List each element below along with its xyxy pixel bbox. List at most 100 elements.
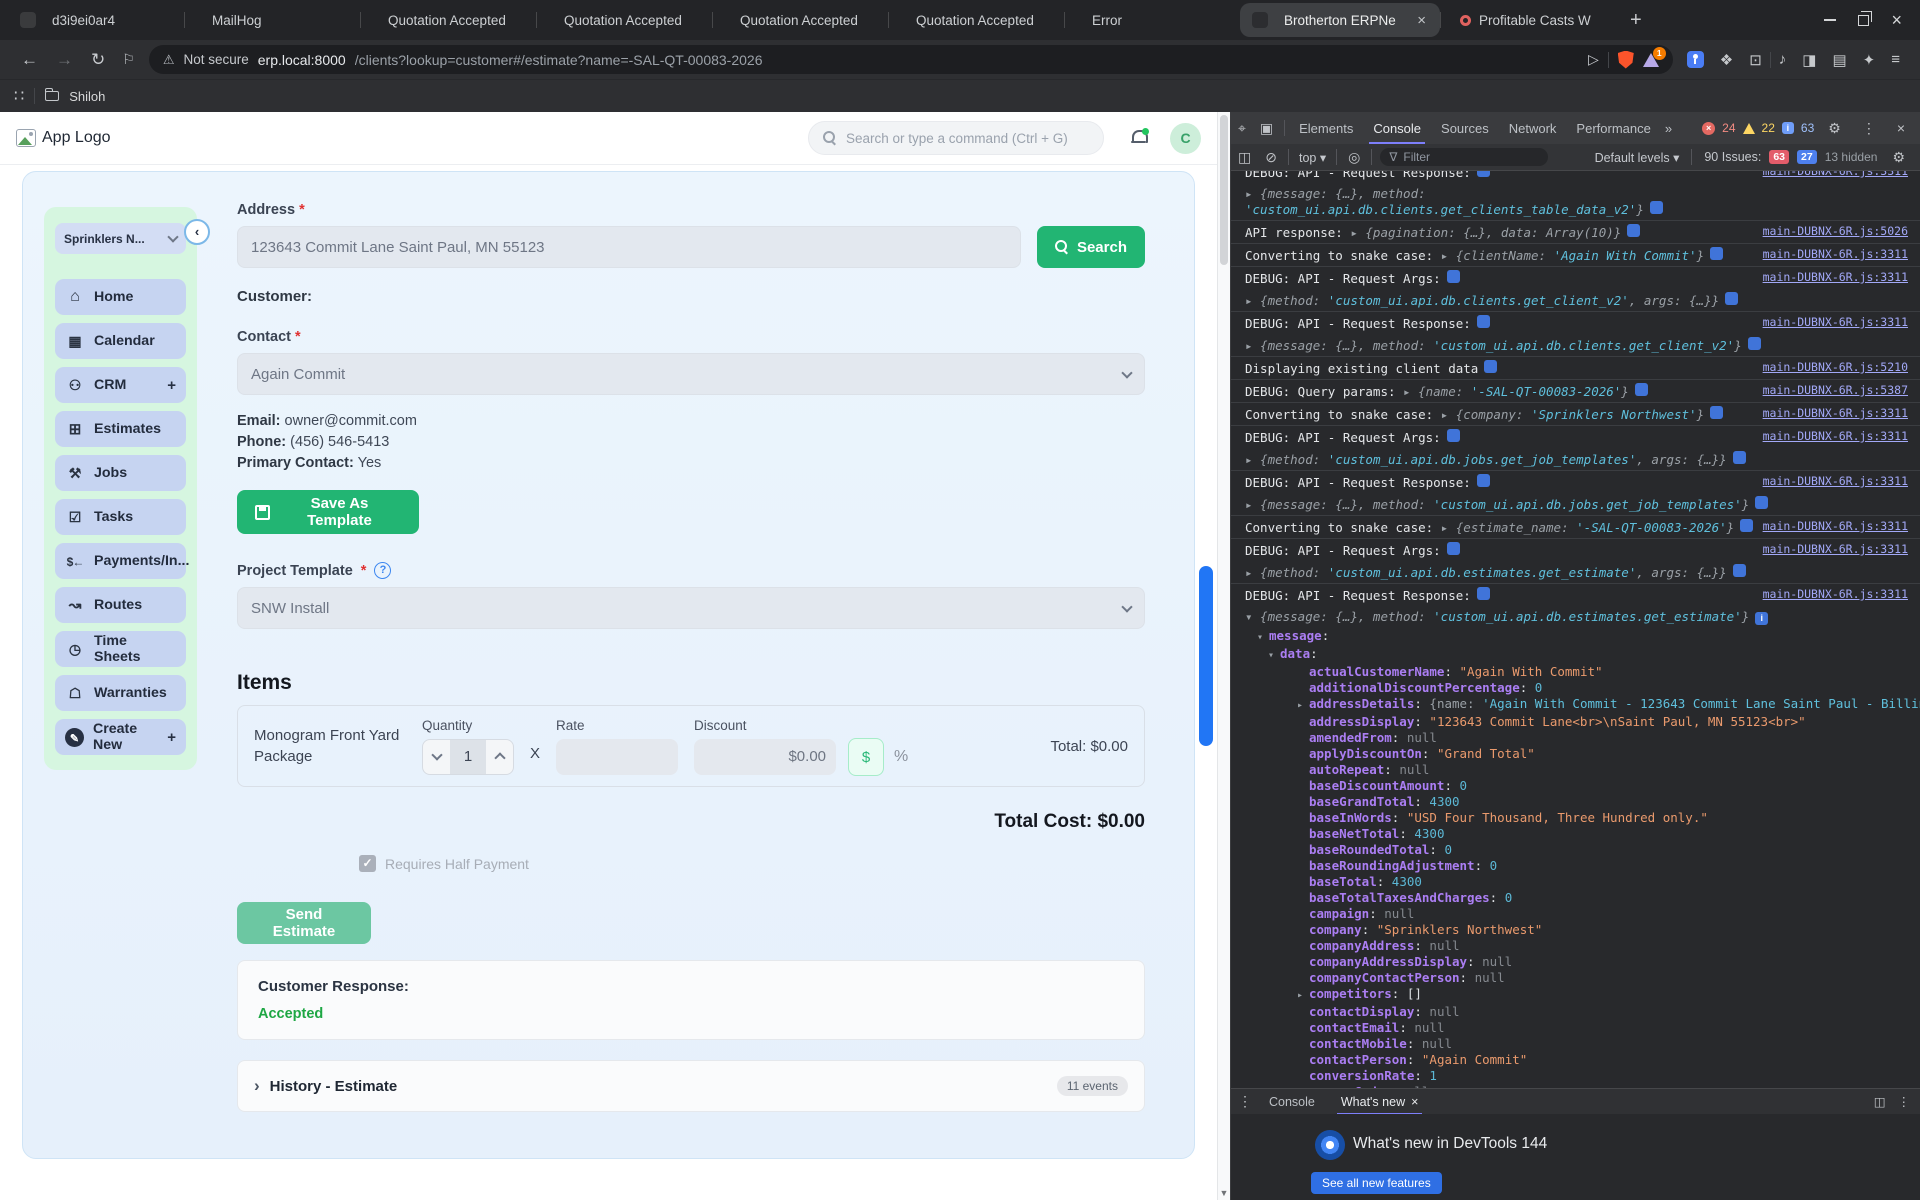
info-badge-icon[interactable] xyxy=(1627,224,1641,237)
source-link[interactable]: main-DUBNX-6R.js:3311 xyxy=(1763,171,1908,179)
info-badge-icon[interactable] xyxy=(1725,292,1739,305)
console-warnings-count[interactable]: 22 xyxy=(1762,121,1775,135)
info-badge-icon[interactable] xyxy=(1755,496,1769,509)
console-log-line[interactable]: ▸ {message: {…}, method: 'custom_ui.api.… xyxy=(1231,493,1920,515)
source-link[interactable]: main-DUBNX-6R.js:5026 xyxy=(1763,224,1908,239)
object-preview[interactable]: ▸ {name: xyxy=(1403,384,1471,399)
console-tree-row[interactable]: companyContactPersonnull xyxy=(1231,970,1920,986)
browser-tab[interactable]: Quotation Accepted xyxy=(360,0,536,40)
page-scrollbar-thumb[interactable] xyxy=(1199,566,1213,746)
inspect-element-icon[interactable]: ⌖ xyxy=(1238,120,1246,137)
bookmark-icon[interactable]: ⚐ xyxy=(122,51,135,68)
context-selector[interactable]: top ▾ xyxy=(1299,150,1326,165)
sidebar-item[interactable]: Calendar xyxy=(55,323,186,359)
sidebar-item[interactable]: Create New + xyxy=(55,719,186,755)
browser-tab[interactable]: d3i9ei0ar4 xyxy=(8,0,184,40)
console-log-area[interactable]: DEBUG: API - Request Response: main-DUBN… xyxy=(1231,171,1920,1088)
console-tree-row[interactable]: contactMobilenull xyxy=(1231,1036,1920,1052)
browser-tab[interactable]: MailHog xyxy=(184,0,360,40)
issues-label[interactable]: 90 Issues: xyxy=(1704,150,1761,164)
share-icon[interactable]: ▷ xyxy=(1588,51,1599,68)
console-tree-row[interactable]: baseRoundingAdjustment0 xyxy=(1231,858,1920,874)
browser-tab[interactable]: Profitable Casts W xyxy=(1440,0,1616,40)
company-dropdown[interactable]: Sprinklers N... xyxy=(55,223,186,254)
discount-percent-toggle[interactable]: % xyxy=(894,748,908,766)
drawer-kebab-icon[interactable]: ⋮ xyxy=(1238,1093,1252,1110)
password-manager-icon[interactable] xyxy=(1686,51,1704,68)
discount-dollar-toggle[interactable]: $ xyxy=(848,738,885,776)
half-payment-checkbox[interactable]: ✓ xyxy=(359,855,376,872)
console-filter-input[interactable]: ∇ Filter xyxy=(1380,148,1549,166)
source-link[interactable]: main-DUBNX-6R.js:5387 xyxy=(1763,383,1908,398)
info-badge-icon[interactable] xyxy=(1634,383,1648,396)
browser-tab[interactable]: Quotation Accepted xyxy=(888,0,1064,40)
console-tree-row[interactable]: actualCustomerName"Again With Commit" xyxy=(1231,664,1920,680)
forward-icon[interactable]: → xyxy=(56,50,73,70)
extension-badge-icon[interactable]: 1 xyxy=(1642,46,1666,67)
drawer-tab[interactable]: Console xyxy=(1259,1089,1331,1115)
source-link[interactable]: main-DUBNX-6R.js:3311 xyxy=(1763,474,1908,489)
url-host[interactable]: erp.local:8000 xyxy=(258,52,346,68)
sidebar-item[interactable]: Estimates xyxy=(55,411,186,447)
console-log-line[interactable]: API response: ▸ {pagination: {…}, data: … xyxy=(1231,220,1920,243)
user-avatar[interactable]: C xyxy=(1170,122,1201,154)
console-tree-row[interactable]: baseNetTotal4300 xyxy=(1231,826,1920,842)
console-log-line[interactable]: ▾ {message: {…}, method: 'custom_ui.api.… xyxy=(1231,606,1920,628)
source-link[interactable]: main-DUBNX-6R.js:3311 xyxy=(1763,542,1908,557)
source-link[interactable]: main-DUBNX-6R.js:3311 xyxy=(1763,247,1908,262)
side-panel-icon[interactable]: ◨ xyxy=(1802,51,1816,69)
search-button[interactable]: Search xyxy=(1036,226,1145,268)
console-tree-row[interactable]: ▸addressDetails{name: 'Again With Commit… xyxy=(1231,696,1920,714)
console-tree-row[interactable]: contactEmailnull xyxy=(1231,1020,1920,1036)
reload-icon[interactable]: ↻ xyxy=(91,50,105,70)
console-info-icon[interactable]: i xyxy=(1781,122,1794,134)
console-log-line[interactable]: DEBUG: API - Request Args: main-DUBNX-6R… xyxy=(1231,425,1920,448)
info-badge-icon[interactable] xyxy=(1446,429,1460,442)
console-tree-row[interactable]: baseDiscountAmount0 xyxy=(1231,778,1920,794)
console-log-line[interactable]: Displaying existing client data main-DUB… xyxy=(1231,356,1920,379)
object-preview[interactable]: ▸ {method: xyxy=(1245,452,1328,467)
console-errors-count[interactable]: 24 xyxy=(1722,121,1735,135)
console-tree-row[interactable]: baseTotal4300 xyxy=(1231,874,1920,890)
sidebar-item[interactable]: Tasks xyxy=(55,499,186,535)
console-log-line[interactable]: ▸ {method: 'custom_ui.api.db.jobs.get_jo… xyxy=(1231,448,1920,470)
sidebar-item[interactable]: Warranties xyxy=(55,675,186,711)
console-tree-row[interactable]: baseTotalTaxesAndCharges0 xyxy=(1231,890,1920,906)
devtools-tab[interactable]: Sources xyxy=(1431,112,1499,144)
browser-scrollbar[interactable]: ▼ xyxy=(1217,112,1230,1200)
log-levels-dropdown[interactable]: Default levels ▾ xyxy=(1595,150,1680,165)
console-tree-row[interactable]: baseInWords"USD Four Thousand, Three Hun… xyxy=(1231,810,1920,826)
drawer-menu-icon[interactable]: ⋮ xyxy=(1898,1094,1911,1109)
info-badge-icon[interactable] xyxy=(1747,337,1761,350)
object-preview[interactable]: ▸ {message: {…}, method: xyxy=(1245,186,1426,201)
plus-icon[interactable]: + xyxy=(167,729,176,746)
send-estimate-button[interactable]: Send Estimate xyxy=(237,902,371,944)
save-as-template-button[interactable]: Save As Template xyxy=(237,490,419,534)
stepper-increase-icon[interactable] xyxy=(486,740,513,774)
info-badge-icon[interactable] xyxy=(1649,201,1663,214)
browser-tab[interactable]: Quotation Accepted xyxy=(536,0,712,40)
console-tree-row[interactable]: amendedFromnull xyxy=(1231,730,1920,746)
window-minimize-icon[interactable] xyxy=(1824,19,1837,21)
info-badge-icon[interactable] xyxy=(1446,270,1460,283)
hidden-messages-count[interactable]: 13 hidden xyxy=(1825,150,1878,164)
console-log-line[interactable]: DEBUG: API - Request Args: main-DUBNX-6R… xyxy=(1231,266,1920,289)
console-log-line[interactable]: DEBUG: API - Request Response: main-DUBN… xyxy=(1231,311,1920,334)
devtools-tab[interactable]: Network xyxy=(1499,112,1567,144)
quantity-value[interactable]: 1 xyxy=(450,739,486,774)
console-tree-row[interactable]: companyAddressDisplaynull xyxy=(1231,954,1920,970)
info-badge-icon[interactable] xyxy=(1476,587,1490,600)
info-badge-icon[interactable] xyxy=(1710,406,1724,419)
object-preview[interactable]: ▾ {message: {…}, method: xyxy=(1245,609,1433,624)
console-log-line[interactable]: DEBUG: Query params: ▸ {name: '-SAL-QT-0… xyxy=(1231,379,1920,402)
browser-tab[interactable]: Brotherton ERPNe × xyxy=(1240,3,1440,37)
source-link[interactable]: main-DUBNX-6R.js:3311 xyxy=(1763,587,1908,602)
source-link[interactable]: main-DUBNX-6R.js:3311 xyxy=(1763,406,1908,421)
console-tree-row[interactable]: campaignnull xyxy=(1231,906,1920,922)
devtools-tab[interactable]: Performance xyxy=(1566,112,1660,144)
not-secure-label[interactable]: Not secure xyxy=(183,52,248,67)
see-all-features-button[interactable]: See all new features xyxy=(1311,1172,1442,1194)
console-log-line[interactable]: DEBUG: API - Request Response: main-DUBN… xyxy=(1231,583,1920,606)
kebab-menu-icon[interactable]: ⋮ xyxy=(1862,120,1876,137)
window-restore-icon[interactable] xyxy=(1858,10,1873,26)
